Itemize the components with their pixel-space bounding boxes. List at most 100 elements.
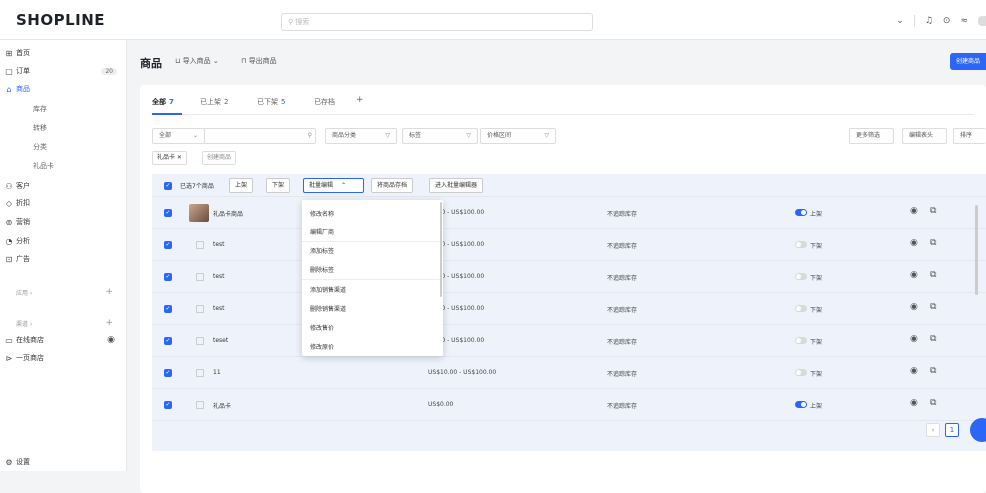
- sidebar-item-products[interactable]: ⌂ 商品: [0, 81, 127, 97]
- tab-listed[interactable]: 已上架 2: [200, 97, 228, 107]
- eye-icon[interactable]: ◉: [910, 206, 918, 216]
- sidebar-item-online-store[interactable]: ▭ 在线商店 ◉: [0, 332, 127, 348]
- status-toggle[interactable]: [795, 241, 807, 248]
- sidebar-channels-header[interactable]: 渠道 › +: [0, 315, 127, 331]
- product-name[interactable]: test: [213, 241, 225, 248]
- row-checkbox[interactable]: ✓: [164, 305, 172, 313]
- dropdown-item-edit-original-price[interactable]: 修改原价: [310, 342, 334, 351]
- row-checkbox[interactable]: ✓: [164, 241, 172, 249]
- status-toggle[interactable]: [795, 209, 807, 216]
- copy-icon[interactable]: ⧉: [930, 206, 936, 216]
- prev-page-button[interactable]: ‹: [926, 423, 940, 437]
- add-app-icon[interactable]: +: [105, 287, 113, 297]
- tab-unlisted[interactable]: 已下架 5: [257, 97, 285, 107]
- export-products-link[interactable]: ⊓ 导出商品: [241, 56, 277, 66]
- dropdown-item-edit-vendor[interactable]: 编辑厂商: [310, 227, 334, 236]
- dropdown-item-add-tags[interactable]: 添加标签: [310, 246, 334, 255]
- product-name[interactable]: teset: [213, 337, 228, 344]
- help-icon[interactable]: ⊙: [943, 16, 951, 26]
- status-toggle[interactable]: [795, 369, 807, 376]
- bulk-edit-button[interactable]: 批量编辑 ⌃: [303, 178, 364, 193]
- row-checkbox[interactable]: ✓: [164, 209, 172, 217]
- edit-columns-button[interactable]: 编辑表头: [902, 128, 947, 144]
- table-row[interactable]: ✓ 礼品卡商品 10.00 - US$100.00 不追踪库存 上架 ◉ ⧉: [152, 197, 986, 229]
- product-name[interactable]: 礼品卡: [213, 401, 231, 410]
- dropdown-item-edit-price[interactable]: 修改售价: [310, 323, 334, 332]
- list-on-button[interactable]: 上架: [229, 178, 254, 193]
- sidebar-item-categories[interactable]: 分类: [0, 139, 127, 155]
- copy-icon[interactable]: ⧉: [930, 334, 936, 344]
- category-filter[interactable]: 商品分类 ▽: [325, 128, 397, 144]
- sidebar-item-customers[interactable]: ⚇ 客户: [0, 178, 127, 194]
- dropdown-item-remove-channel[interactable]: 删除销售渠道: [310, 304, 346, 313]
- copy-icon[interactable]: ⧉: [930, 302, 936, 312]
- dropdown-item-add-channel[interactable]: 添加销售渠道: [310, 285, 346, 294]
- sort-button[interactable]: 排序: [953, 128, 986, 144]
- table-row[interactable]: ✓ teset 10.00 - US$100.00 不追踪库存 下架 ◉ ⧉: [152, 325, 986, 357]
- row-checkbox[interactable]: ✓: [164, 369, 172, 377]
- sidebar-item-inventory[interactable]: 库存: [0, 101, 127, 117]
- table-row[interactable]: ✓ test 10.00 - US$100.00 不追踪库存 下架 ◉ ⧉: [152, 261, 986, 293]
- copy-icon[interactable]: ⧉: [930, 270, 936, 280]
- status-toggle[interactable]: [795, 273, 807, 280]
- page-number-button[interactable]: 1: [945, 423, 959, 437]
- table-row[interactable]: ✓ 11 US$10.00 - US$100.00 不追踪库存 下架 ◉ ⧉: [152, 357, 986, 389]
- status-toggle[interactable]: [795, 337, 807, 344]
- more-filters-button[interactable]: 更多筛选: [849, 128, 894, 144]
- product-thumbnail[interactable]: [189, 204, 209, 222]
- eye-icon[interactable]: ◉: [910, 238, 918, 248]
- sidebar-apps-header[interactable]: 应用 › +: [0, 284, 127, 300]
- table-row[interactable]: ✓ test 10.00 - US$100.00 不追踪库存 下架 ◉ ⧉: [152, 229, 986, 261]
- archive-products-button[interactable]: 将商品存档: [371, 178, 414, 193]
- import-products-link[interactable]: ⊔ 导入商品 ⌄: [175, 56, 219, 66]
- list-off-button[interactable]: 下架: [266, 178, 291, 193]
- sidebar-item-ads[interactable]: ⊡ 广告: [0, 251, 127, 267]
- sidebar-item-settings[interactable]: ⚙ 设置: [0, 454, 127, 470]
- product-name[interactable]: 礼品卡商品: [213, 209, 243, 218]
- tab-all[interactable]: 全部 7: [152, 97, 174, 107]
- eye-icon[interactable]: ◉: [107, 335, 115, 345]
- price-range-filter[interactable]: 价格区间 ▽: [480, 128, 556, 144]
- add-tab-button[interactable]: +: [356, 95, 364, 105]
- copy-icon[interactable]: ⧉: [930, 366, 936, 376]
- sidebar-item-transfers[interactable]: 转移: [0, 120, 127, 136]
- product-name[interactable]: 11: [213, 369, 221, 376]
- search-icon[interactable]: ⚲: [308, 129, 312, 143]
- status-toggle[interactable]: [795, 401, 807, 408]
- row-checkbox[interactable]: ✓: [164, 273, 172, 281]
- wifi-icon[interactable]: ≈: [960, 16, 968, 26]
- table-row[interactable]: ✓ 礼品卡 US$0.00 不追踪库存 上架 ◉ ⧉: [152, 389, 986, 421]
- search-input[interactable]: ⚲ 搜索: [281, 13, 593, 31]
- product-name[interactable]: test: [213, 305, 225, 312]
- scope-select[interactable]: 全部 ⌄: [152, 128, 205, 144]
- product-name[interactable]: test: [213, 273, 225, 280]
- chevron-down-icon[interactable]: ⌄: [896, 16, 904, 26]
- table-row[interactable]: ✓ test 10.00 - US$100.00 不追踪库存 下架 ◉ ⧉: [152, 293, 986, 325]
- copy-icon[interactable]: ⧉: [930, 398, 936, 408]
- row-checkbox[interactable]: ✓: [164, 337, 172, 345]
- tags-filter[interactable]: 标签 ▽: [402, 128, 478, 144]
- table-scrollbar[interactable]: [975, 205, 978, 295]
- select-all-checkbox[interactable]: ✓: [164, 182, 172, 190]
- shopline-logo[interactable]: SHOPLINE: [16, 11, 105, 29]
- bulk-editor-button[interactable]: 进入批量编辑器: [429, 178, 484, 193]
- eye-icon[interactable]: ◉: [910, 398, 918, 408]
- eye-icon[interactable]: ◉: [910, 366, 918, 376]
- add-channel-icon[interactable]: +: [105, 318, 113, 328]
- dropdown-item-remove-tags[interactable]: 删除标签: [310, 265, 334, 274]
- sidebar-item-home[interactable]: ⊞ 首页: [0, 45, 127, 61]
- eye-icon[interactable]: ◉: [910, 334, 918, 344]
- sidebar-item-discounts[interactable]: ◇ 折扣: [0, 195, 127, 211]
- copy-icon[interactable]: ⧉: [930, 238, 936, 248]
- create-product-button[interactable]: 创建商品: [949, 53, 986, 70]
- eye-icon[interactable]: ◉: [910, 270, 918, 280]
- sidebar-item-one-page-store[interactable]: ⊳ 一页商店: [0, 350, 127, 366]
- sidebar-item-analytics[interactable]: ◔ 分析: [0, 233, 127, 249]
- active-filter-tag[interactable]: 创建商品: [202, 151, 237, 165]
- avatar[interactable]: [978, 16, 986, 26]
- eye-icon[interactable]: ◉: [910, 302, 918, 312]
- dropdown-scrollbar[interactable]: [440, 202, 442, 297]
- sidebar-item-gift-cards[interactable]: 礼品卡: [0, 158, 127, 174]
- bell-icon[interactable]: ♫: [925, 16, 933, 26]
- status-toggle[interactable]: [795, 305, 807, 312]
